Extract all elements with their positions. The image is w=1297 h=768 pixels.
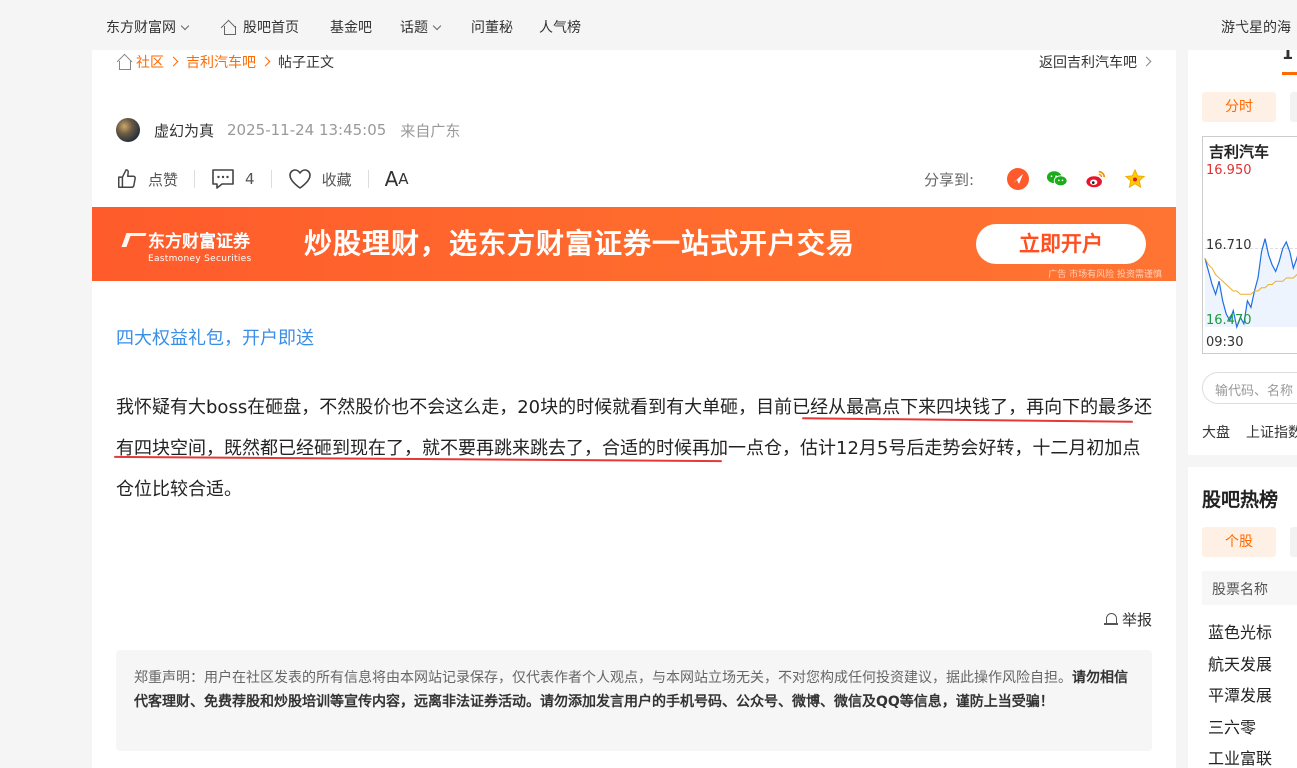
font-big-glyph: A [384, 167, 399, 191]
breadcrumb-current: 帖子正文 [278, 55, 334, 71]
list-item[interactable]: 平潭发展 [1208, 680, 1272, 712]
comment-icon [212, 169, 234, 189]
chart-price-high: 16.950 [1206, 163, 1252, 178]
list-item[interactable]: 工业富联 [1208, 743, 1272, 768]
nav-home-label: 股吧首页 [243, 20, 299, 36]
nav-brand-label: 东方财富网 [106, 20, 176, 36]
tab-stocks[interactable]: 个股 [1202, 527, 1276, 557]
share-bar: 分享到: [924, 166, 1146, 192]
chart-price-mid: 16.710 [1206, 238, 1252, 253]
nav-topics[interactable]: 话题 [400, 17, 442, 37]
post-container: 社区 吉利汽车吧 帖子正文 返回吉利汽车吧 虚幻为真 2025-11-24 13:4… [92, 50, 1176, 768]
nav-brand[interactable]: 东方财富网 [106, 17, 190, 37]
font-size-toggle[interactable]: AA [385, 167, 409, 191]
comment-count: 4 [245, 170, 255, 188]
tab-minute[interactable]: 分时 [1202, 92, 1276, 122]
nav-ask[interactable]: 问董秘 [471, 17, 513, 37]
breadcrumb-community[interactable]: 社区 [136, 55, 164, 71]
stock-search-input[interactable]: 输代码、名称 [1202, 372, 1297, 404]
intraday-chart[interactable]: 吉利汽车 16.950 16.710 16.470 09:30 [1202, 136, 1297, 354]
index-dapan[interactable]: 大盘 [1202, 425, 1230, 441]
nav-popular[interactable]: 人气榜 [539, 17, 581, 37]
font-small-glyph: A [398, 170, 409, 188]
hot-list-title: 股吧热榜 [1202, 489, 1279, 511]
divider [367, 170, 369, 188]
like-button[interactable]: 点赞 [116, 168, 178, 190]
heart-icon [288, 169, 311, 189]
nav-topics-label: 话题 [400, 20, 428, 36]
star-share-icon[interactable] [1124, 168, 1146, 190]
chart-time-start: 09:30 [1206, 335, 1244, 350]
list-item[interactable]: 三六零 [1208, 712, 1272, 744]
comment-button[interactable]: 4 [211, 168, 255, 190]
author-info: 虚幻为真 2025-11-24 13:45:05 来自广东 [116, 118, 474, 142]
thumbs-up-icon [118, 169, 136, 188]
home-icon [116, 54, 132, 70]
chart-stock-name: 吉利汽车 [1209, 143, 1270, 161]
weibo-icon[interactable] [1085, 168, 1107, 190]
list-item[interactable]: 蓝色光标 [1208, 617, 1272, 649]
stock-quote-panel: 1 分时 吉利汽车 16.950 16.710 16.470 09:30 输代码… [1188, 50, 1297, 455]
like-label: 点赞 [148, 170, 179, 189]
index-shanghai[interactable]: 上证指数 [1246, 425, 1297, 441]
back-to-bar-link[interactable]: 返回吉利汽车吧 [1039, 52, 1152, 72]
post-body: 我怀疑有大boss在砸盘，不然股价也不会这么走，20块的时候就看到有大单砸，目前… [116, 387, 1156, 510]
banner-logo-text: 东方财富证券 [148, 232, 250, 252]
banner-logo: 东方财富证券 Eastmoney Securities [124, 227, 251, 264]
breadcrumb: 社区 吉利汽车吧 帖子正文 [116, 52, 334, 72]
alarm-icon [1103, 612, 1118, 628]
post-time: 2025-11-24 13:45:05 [227, 121, 387, 139]
top-nav: 东方财富网 股吧首页 基金吧 话题 问董秘 人气榜 [0, 0, 1297, 50]
open-account-button[interactable]: 立即开户 [976, 224, 1146, 264]
favorite-label: 收藏 [321, 170, 352, 189]
back-label: 返回吉利汽车吧 [1039, 55, 1137, 71]
favorite-button[interactable]: 收藏 [288, 168, 352, 190]
share-label: 分享到: [923, 170, 974, 189]
tab-other[interactable] [1290, 527, 1297, 557]
tab-number[interactable]: 1 [1282, 50, 1293, 63]
breadcrumb-bar[interactable]: 吉利汽车吧 [186, 55, 256, 71]
divider [194, 170, 196, 188]
promo-link[interactable]: 四大权益礼包，开户即送 [116, 324, 314, 350]
banner-slogan: 炒股理财，选东方财富证券一站式开户交易 [304, 227, 856, 260]
report-button[interactable]: 举报 [1103, 609, 1152, 630]
disclaimer-text: 郑重声明：用户在社区发表的所有信息将由本网站记录保存，仅代表作者个人观点，与本网… [134, 670, 1072, 686]
divider [270, 170, 272, 188]
share-guba-icon[interactable] [1007, 168, 1029, 190]
post-actions: 点赞 4 收藏 AA [116, 166, 409, 192]
chevron-right-icon [168, 56, 179, 67]
chevron-right-icon [260, 56, 271, 67]
chevron-down-icon [180, 21, 190, 31]
home-icon [221, 20, 237, 35]
active-tab-indicator [1282, 72, 1297, 75]
index-links: 大盘 上证指数 [1202, 422, 1297, 442]
avatar[interactable] [116, 118, 140, 142]
ad-banner[interactable]: 东方财富证券 Eastmoney Securities 炒股理财，选东方财富证券… [92, 207, 1176, 281]
body-text-1: 我怀疑有大boss在砸盘，不然股价也不会这么走，20块的时候就看到有大单砸， [116, 397, 757, 418]
chevron-down-icon [432, 21, 442, 31]
nav-home[interactable]: 股吧首页 [221, 17, 299, 37]
list-item[interactable]: 航天发展 [1208, 649, 1272, 681]
chart-price-low: 16.470 [1206, 313, 1252, 328]
post-location: 来自广东 [400, 121, 461, 140]
banner-logo-en: Eastmoney Securities [148, 254, 252, 264]
author-name[interactable]: 虚幻为真 [154, 120, 214, 141]
hot-stock-list: 蓝色光标 航天发展 平潭发展 三六零 工业富联 [1208, 617, 1272, 768]
user-name[interactable]: 游弋星的海 [1221, 17, 1291, 37]
chevron-right-icon [1141, 56, 1152, 67]
disclaimer: 郑重声明：用户在社区发表的所有信息将由本网站记录保存，仅代表作者个人观点，与本网… [116, 650, 1152, 751]
nav-fund[interactable]: 基金吧 [330, 17, 372, 37]
hot-list-panel: 股吧热榜 个股 股票名称 蓝色光标 航天发展 平潭发展 三六零 工业富联 [1188, 467, 1297, 768]
tab-other[interactable] [1290, 92, 1297, 122]
wechat-icon[interactable] [1046, 168, 1068, 190]
banner-risk-note: 广告 市场有风险 投资需谨慎 [1048, 270, 1162, 280]
report-label: 举报 [1121, 611, 1152, 629]
hot-list-header: 股票名称 [1202, 571, 1297, 605]
